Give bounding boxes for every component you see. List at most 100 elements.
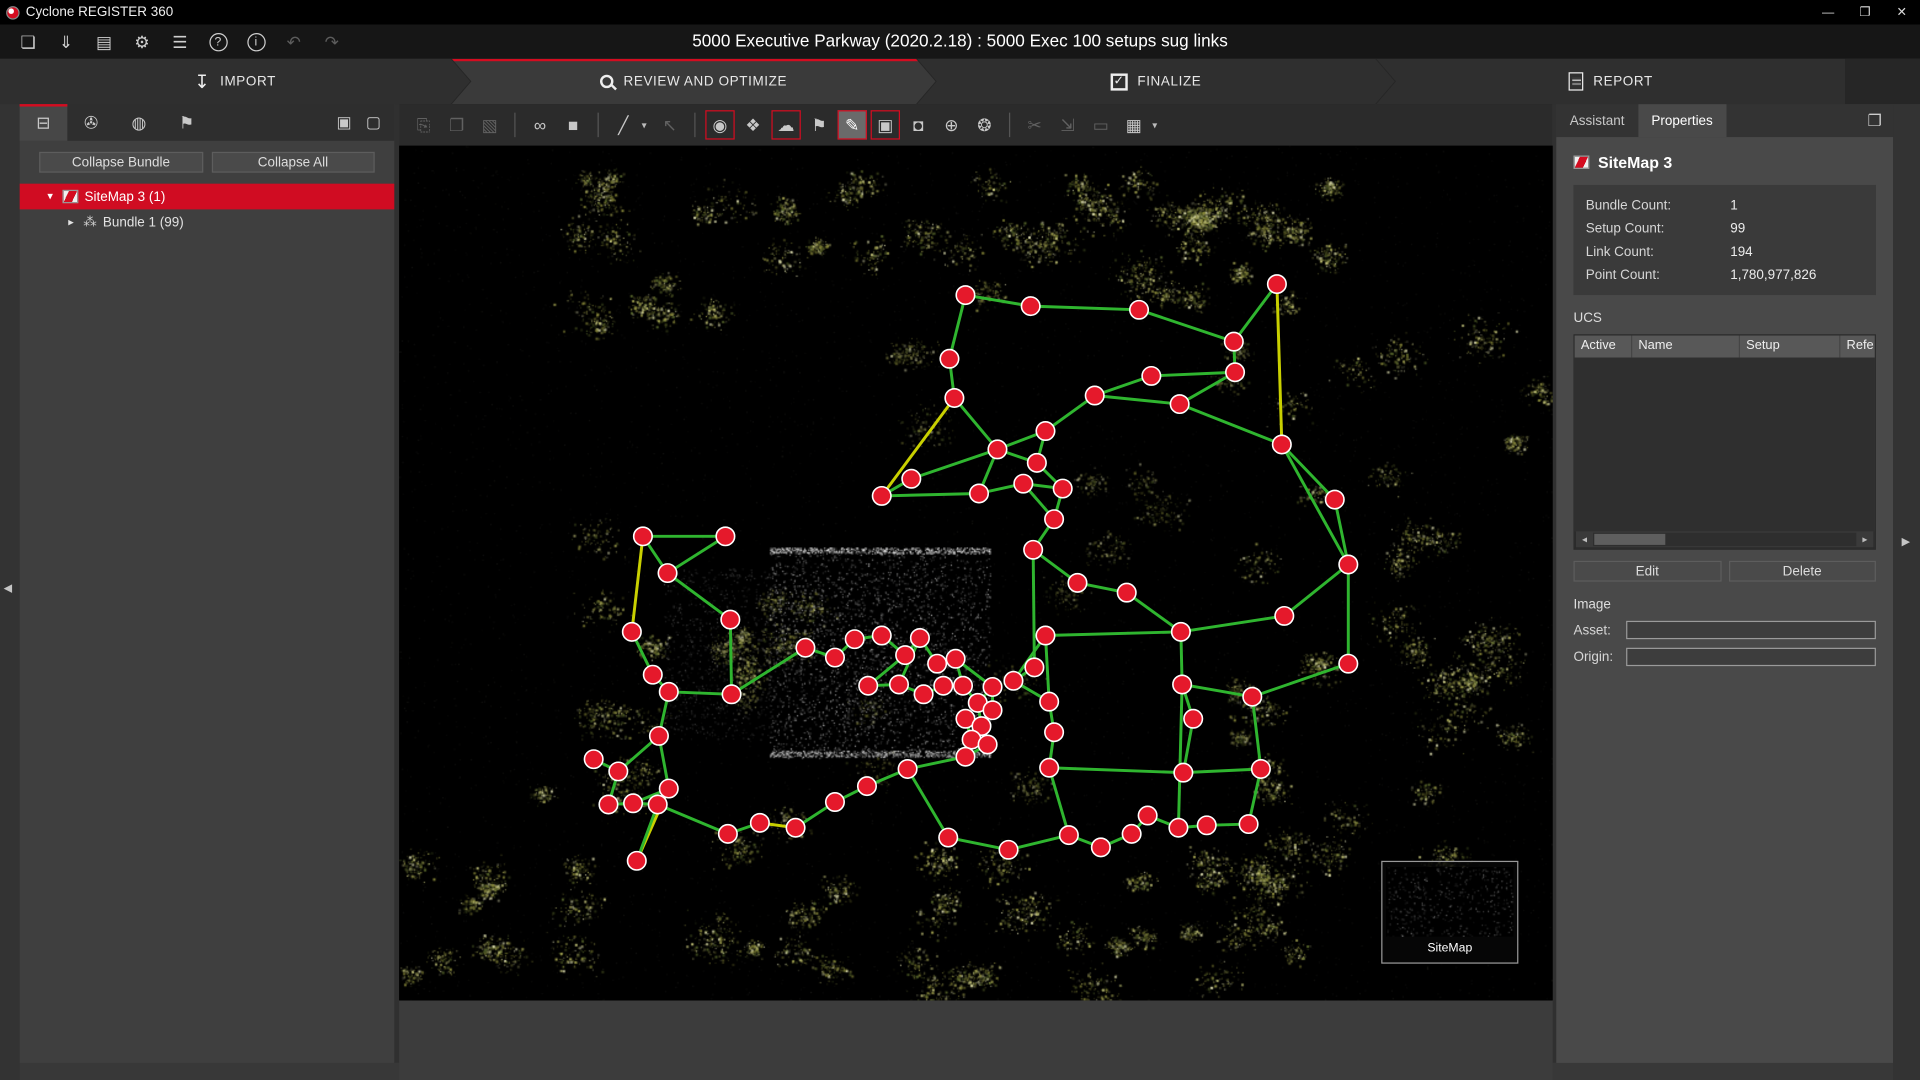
setup-node[interactable]: [983, 701, 1001, 719]
help-icon[interactable]: ?: [204, 28, 231, 55]
setup-link[interactable]: [1151, 372, 1235, 376]
setup-link[interactable]: [1031, 306, 1139, 310]
setup-node[interactable]: [658, 564, 676, 582]
setup-node[interactable]: [826, 648, 844, 666]
setup-node[interactable]: [1326, 490, 1344, 508]
fill-view-icon[interactable]: ■: [558, 110, 587, 139]
setup-link[interactable]: [668, 536, 726, 573]
setup-node[interactable]: [1014, 474, 1032, 492]
setup-node[interactable]: [634, 527, 652, 545]
setup-link[interactable]: [730, 620, 731, 695]
setup-link[interactable]: [1049, 768, 1183, 773]
ucs-column-name[interactable]: Name: [1632, 336, 1740, 358]
setup-node[interactable]: [896, 646, 914, 664]
copy-view-icon[interactable]: ⎘: [409, 110, 438, 139]
setup-link[interactable]: [908, 769, 949, 838]
setup-node[interactable]: [1198, 816, 1216, 834]
collapse-left-panel-icon[interactable]: ◀: [4, 582, 12, 595]
setup-node[interactable]: [1025, 658, 1043, 676]
toggle-map-icon[interactable]: ▣: [871, 110, 900, 139]
setup-link[interactable]: [668, 573, 731, 620]
setup-link[interactable]: [1178, 684, 1182, 827]
tab-attachments[interactable]: ✇: [67, 104, 115, 141]
setup-node[interactable]: [934, 677, 952, 695]
setup-node[interactable]: [1060, 826, 1078, 844]
delete-button[interactable]: Delete: [1728, 561, 1876, 582]
setup-link[interactable]: [632, 536, 643, 632]
setup-node[interactable]: [914, 685, 932, 703]
setup-node[interactable]: [1172, 623, 1190, 641]
setup-node[interactable]: [1024, 541, 1042, 559]
remove-link-icon[interactable]: ✂: [1020, 110, 1049, 139]
setup-node[interactable]: [1174, 763, 1192, 781]
setup-node[interactable]: [1130, 301, 1148, 319]
tab-report[interactable]: REPORT: [1376, 59, 1845, 104]
draw-link-tool-icon[interactable]: ✎: [838, 110, 867, 139]
setup-node[interactable]: [584, 750, 602, 768]
setup-node[interactable]: [1252, 760, 1270, 778]
tab-flags[interactable]: ⚑: [163, 104, 211, 141]
frame-tool-icon[interactable]: ▭: [1086, 110, 1115, 139]
pano-view-icon[interactable]: ❂: [970, 110, 999, 139]
event-log-icon[interactable]: ☰: [167, 28, 194, 55]
setup-node[interactable]: [1004, 672, 1022, 690]
tree-row-sitemap[interactable]: ▾ SiteMap 3 (1): [20, 184, 395, 210]
edit-button[interactable]: Edit: [1573, 561, 1721, 582]
setup-link[interactable]: [954, 398, 997, 449]
setup-node[interactable]: [609, 762, 627, 780]
setup-node[interactable]: [928, 654, 946, 672]
minimap-thumbnail[interactable]: [1386, 867, 1513, 937]
setup-node[interactable]: [1138, 806, 1156, 824]
setup-node[interactable]: [1092, 838, 1110, 856]
setup-node[interactable]: [721, 610, 739, 628]
measure-tool-icon[interactable]: ╱: [609, 110, 638, 139]
setup-link[interactable]: [1234, 284, 1277, 342]
setup-node[interactable]: [1170, 395, 1188, 413]
setup-link[interactable]: [1049, 768, 1069, 835]
setup-node[interactable]: [1040, 692, 1058, 710]
undo-icon[interactable]: ↶: [280, 28, 307, 55]
setup-node[interactable]: [970, 484, 988, 502]
tab-sitemap-tree[interactable]: ⊟: [20, 104, 68, 141]
setup-link[interactable]: [1181, 616, 1284, 632]
setup-link[interactable]: [1127, 593, 1181, 632]
toggle-setups-icon[interactable]: ◉: [705, 110, 734, 139]
setup-node[interactable]: [644, 666, 662, 684]
setup-link[interactable]: [1139, 310, 1234, 342]
collapse-arrow-icon[interactable]: ▸: [65, 216, 77, 229]
setup-node[interactable]: [956, 286, 974, 304]
setup-link[interactable]: [1045, 632, 1180, 636]
setup-link[interactable]: [1252, 664, 1348, 697]
setup-node[interactable]: [873, 626, 891, 644]
setup-node[interactable]: [1339, 555, 1357, 573]
ucs-table-body[interactable]: [1575, 358, 1875, 532]
asset-field[interactable]: [1626, 621, 1876, 639]
expand-arrow-icon[interactable]: ▾: [44, 190, 56, 203]
left-collapse-strip[interactable]: ◀: [0, 104, 20, 1080]
settings-gear-icon[interactable]: ⚙: [129, 28, 156, 55]
setup-link[interactable]: [1277, 284, 1282, 444]
setup-link[interactable]: [1284, 564, 1348, 615]
setup-node[interactable]: [1243, 688, 1261, 706]
setup-link[interactable]: [1182, 684, 1252, 696]
setup-node[interactable]: [1085, 386, 1103, 404]
setup-node[interactable]: [946, 650, 964, 668]
setup-link[interactable]: [911, 449, 997, 478]
setup-link-graph[interactable]: [399, 146, 1552, 1001]
setup-node[interactable]: [1275, 607, 1293, 625]
origin-field[interactable]: [1626, 648, 1876, 666]
setup-node[interactable]: [719, 825, 737, 843]
setup-node[interactable]: [1045, 510, 1063, 528]
setup-node[interactable]: [911, 629, 929, 647]
open-project-icon[interactable]: ❏: [15, 28, 42, 55]
setup-node[interactable]: [624, 794, 642, 812]
setup-node[interactable]: [1226, 363, 1244, 381]
setup-node[interactable]: [786, 819, 804, 837]
setup-node[interactable]: [940, 350, 958, 368]
setup-node[interactable]: [898, 760, 916, 778]
setup-node[interactable]: [660, 683, 678, 701]
setup-node[interactable]: [859, 677, 877, 695]
tab-properties[interactable]: Properties: [1638, 104, 1726, 137]
setup-node[interactable]: [1122, 825, 1140, 843]
setup-node[interactable]: [1169, 819, 1187, 837]
